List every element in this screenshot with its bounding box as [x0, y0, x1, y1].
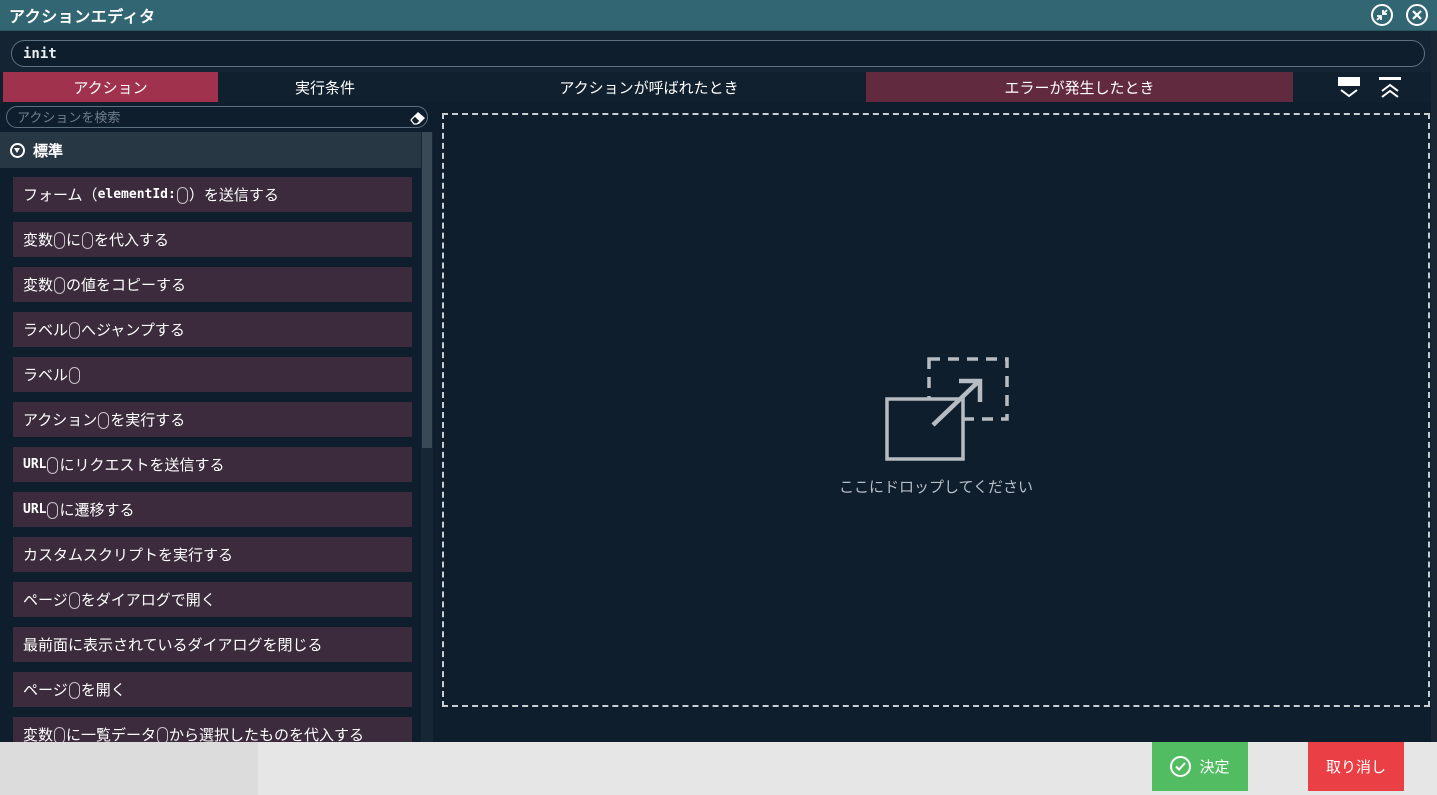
tab-bar: アクション 実行条件 アクションが呼ばれたとき エラーが発生したとき [0, 72, 1437, 102]
action-item-send-request[interactable]: URL にリクエストを送信する [13, 447, 412, 482]
confirm-button[interactable]: 決定 [1152, 742, 1248, 791]
action-item-copy-variable[interactable]: 変数 の値をコピーする [13, 267, 412, 302]
tab-conditions[interactable]: 実行条件 [218, 72, 432, 102]
confirm-label: 決定 [1199, 758, 1230, 776]
action-item-run-action[interactable]: アクション を実行する [13, 402, 412, 437]
action-item-assign-from-list[interactable]: 変数 に一覧データ から選択したものを代入する [13, 717, 412, 742]
window-edge [1431, 31, 1437, 795]
eraser-icon[interactable] [409, 109, 427, 125]
section-standard[interactable]: 標準 [0, 132, 421, 168]
tab-actions[interactable]: アクション [3, 72, 218, 102]
action-search-input[interactable] [6, 106, 428, 128]
tab-on-error[interactable]: エラーが発生したとき [866, 72, 1293, 102]
placeholder-slot [54, 277, 66, 294]
placeholder-slot [82, 232, 94, 249]
expand-all-icon[interactable] [1338, 75, 1360, 99]
action-item-close-dialog[interactable]: 最前面に表示されているダイアログを閉じる [13, 627, 412, 662]
action-item-jump-label[interactable]: ラベル へジャンプする [13, 312, 412, 347]
placeholder-slot [69, 367, 81, 384]
placeholder-slot [47, 502, 59, 519]
action-name-bar [0, 31, 1437, 72]
placeholder-slot [69, 322, 81, 339]
action-editor-window: アクションエディタ アクション 実行条件 アクションが呼ばれたとき エラーが発生… [0, 0, 1437, 795]
drop-target-icon [885, 357, 1009, 461]
action-item-open-page[interactable]: ページ を開く [13, 672, 412, 707]
drop-zone[interactable]: ここにドロップしてください [442, 113, 1430, 707]
cancel-button[interactable]: 取り消し [1308, 742, 1404, 791]
tab-when-called[interactable]: アクションが呼ばれたとき [432, 72, 866, 102]
drop-panel: ここにドロップしてください [433, 102, 1437, 742]
drop-hint-text: ここにドロップしてください [838, 478, 1034, 496]
placeholder-slot [157, 727, 169, 742]
placeholder-slot [176, 187, 188, 204]
cancel-label: 取り消し [1325, 758, 1386, 776]
action-item-open-dialog[interactable]: ページ をダイアログで開く [13, 582, 412, 617]
placeholder-slot [68, 592, 80, 609]
window-title: アクションエディタ [9, 7, 156, 26]
action-palette: 標準 フォーム（elementId:）を送信する 変数にを代入する 変数の値をコ… [0, 102, 433, 742]
action-item-navigate-url[interactable]: URL に遷移する [13, 492, 412, 527]
placeholder-slot [98, 412, 110, 429]
check-circle-icon [1170, 756, 1192, 777]
action-item-assign-variable[interactable]: 変数にを代入する [13, 222, 412, 257]
shrink-icon[interactable] [1371, 4, 1393, 26]
chevron-down-circle-icon [10, 142, 25, 158]
action-list: フォーム（ elementId: ）を送信する 変数にを代入する 変数 の値をコピーす… [13, 177, 412, 742]
footer-left-area [0, 742, 258, 795]
placeholder-slot [68, 682, 80, 699]
action-item-submit-form[interactable]: フォーム（ elementId: ）を送信する [13, 177, 412, 212]
title-bar[interactable]: アクションエディタ [0, 0, 1437, 31]
action-name-input[interactable] [11, 40, 1425, 67]
collapse-all-icon[interactable] [1379, 75, 1401, 99]
section-label: 標準 [33, 141, 64, 160]
placeholder-slot [47, 457, 59, 474]
close-icon[interactable] [1406, 4, 1428, 26]
footer-bar: 決定 取り消し [0, 742, 1437, 795]
palette-scrollbar-thumb[interactable] [422, 132, 432, 448]
action-item-custom-script[interactable]: カスタムスクリプトを実行する [13, 537, 412, 572]
placeholder-slot [54, 727, 66, 742]
placeholder-slot [54, 232, 66, 249]
action-item-label[interactable]: ラベル [13, 357, 412, 392]
